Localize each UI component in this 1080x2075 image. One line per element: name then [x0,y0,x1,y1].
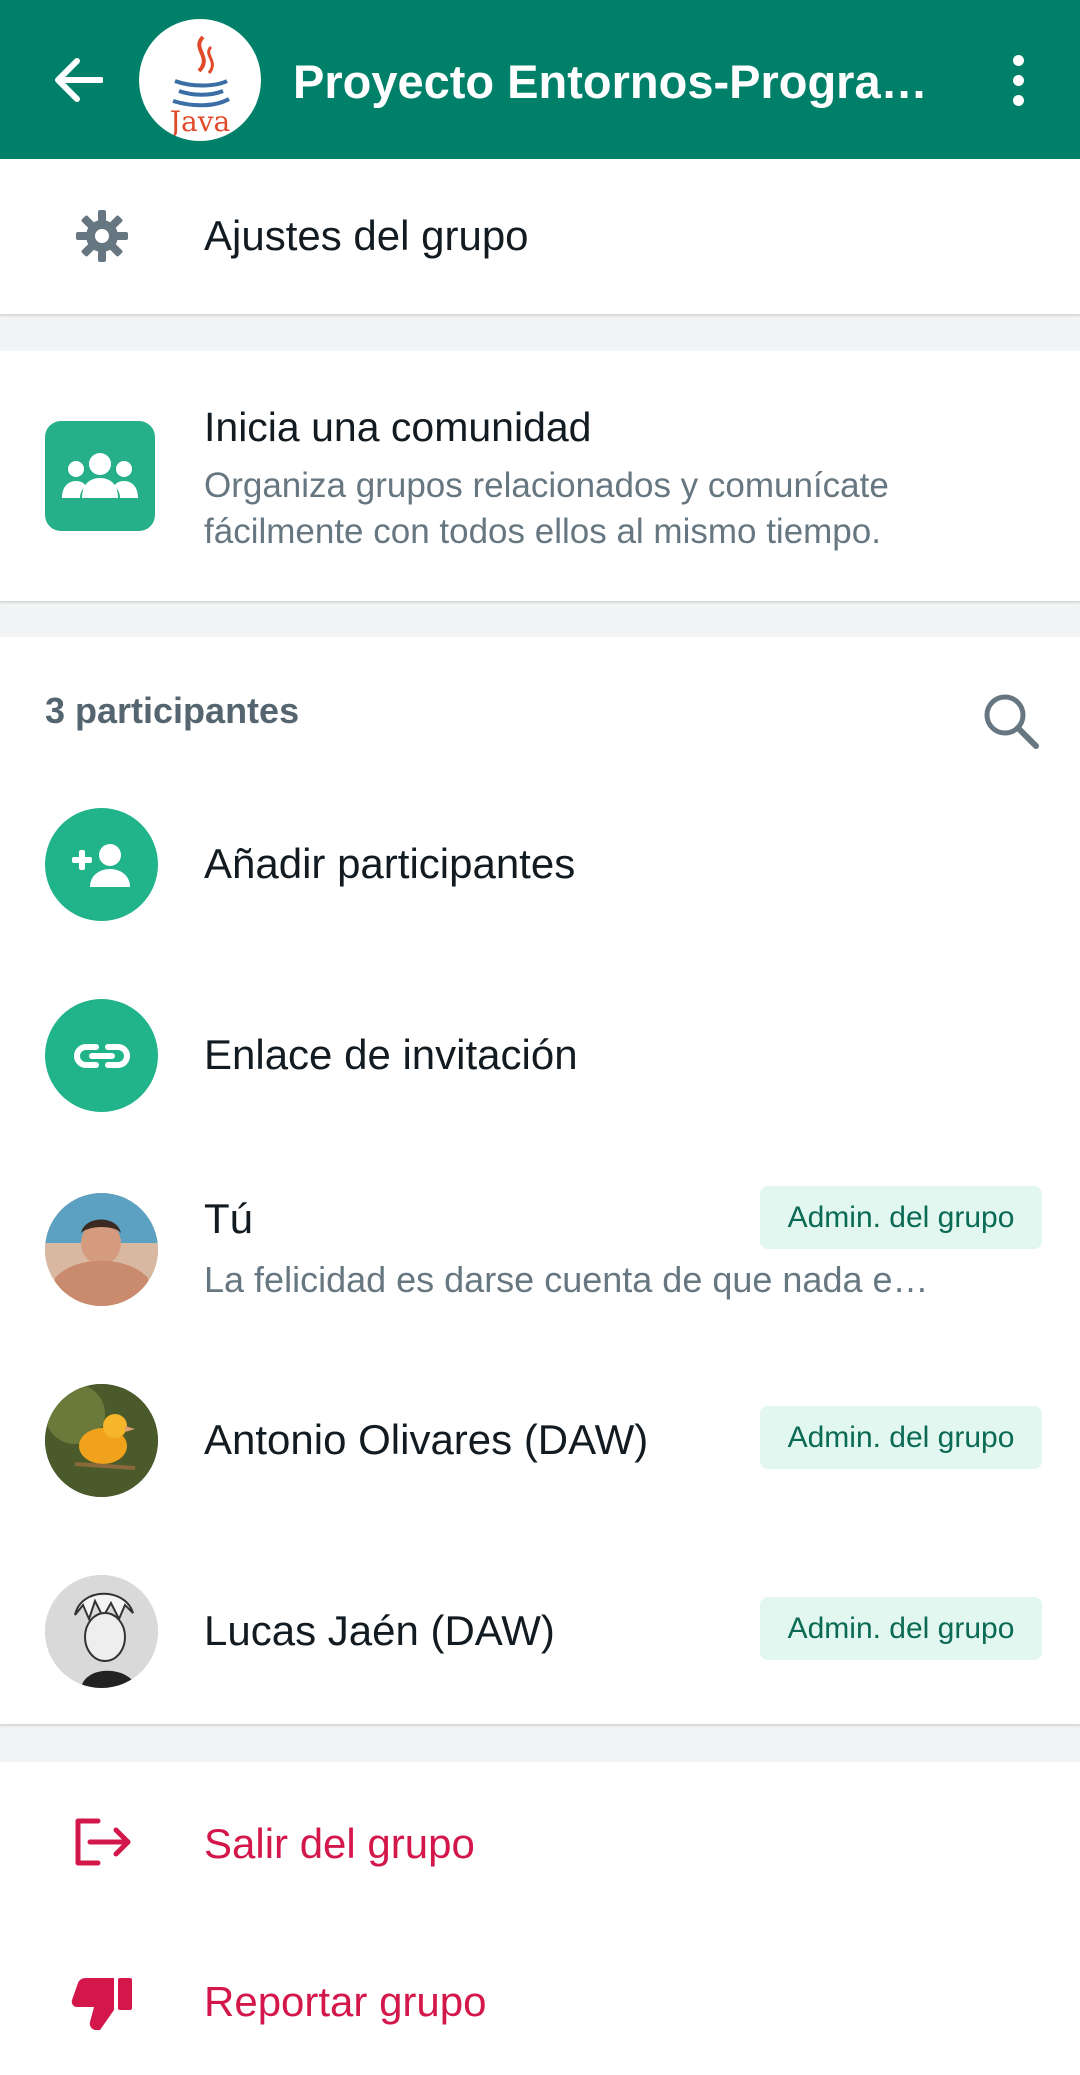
app-bar: Java Proyecto Entornos-Progra… [0,0,1080,159]
arrow-back-icon [55,58,103,102]
admin-badge: Admin. del grupo [760,1597,1042,1660]
group-settings-row[interactable] [0,159,1080,314]
sketch-portrait-icon [45,1575,158,1688]
member-name[interactable]: Tú [204,1195,253,1243]
community-icon [62,453,138,498]
group-actions-section [0,1762,1080,2075]
member-name[interactable]: Antonio Olivares (DAW) [204,1416,648,1464]
gear-icon [76,210,128,262]
invite-link-button[interactable] [45,999,158,1112]
svg-text:Java: Java [167,105,230,138]
group-avatar[interactable]: Java [139,19,261,141]
add-participants-button[interactable] [45,808,158,921]
community-description-line2: fácilmente con todos ellos al mismo tiem… [204,512,881,551]
community-description-line1: Organiza grupos relacionados y comunícat… [204,466,889,505]
bird-photo-icon [45,1384,158,1497]
invite-link-label[interactable]: Enlace de invitación [204,1031,578,1079]
avatar[interactable] [45,1575,158,1688]
group-settings-label[interactable]: Ajustes del grupo [204,212,529,260]
menu-dot [1012,94,1024,106]
group-title[interactable]: Proyecto Entornos-Progra… [293,50,933,114]
exit-icon[interactable] [72,1817,134,1867]
add-participants-label[interactable]: Añadir participantes [204,840,575,888]
search-icon[interactable] [980,690,1042,752]
participants-count: 3 participantes [45,690,300,731]
admin-badge: Admin. del grupo [760,1186,1042,1249]
more-options-button[interactable] [995,50,1041,110]
thumbs-down-icon[interactable] [70,1976,134,2032]
avatar[interactable] [45,1384,158,1497]
member-status: La felicidad es darse cuenta de que nada… [204,1259,929,1300]
add-person-icon [71,843,130,887]
exit-group-button[interactable]: Salir del grupo [204,1820,475,1868]
avatar[interactable] [45,1193,158,1306]
menu-dot [1012,74,1024,86]
participants-section [0,637,1080,1724]
report-group-button[interactable]: Reportar grupo [204,1978,487,2026]
link-icon [73,1043,130,1068]
community-title: Inicia una comunidad [204,404,592,450]
menu-dot [1012,54,1024,66]
back-button[interactable] [45,50,111,110]
member-name[interactable]: Lucas Jaén (DAW) [204,1607,555,1655]
user-photo-icon [45,1193,158,1306]
admin-badge: Admin. del grupo [760,1406,1042,1469]
community-icon-tile [45,421,155,531]
java-logo-icon: Java [167,35,230,138]
